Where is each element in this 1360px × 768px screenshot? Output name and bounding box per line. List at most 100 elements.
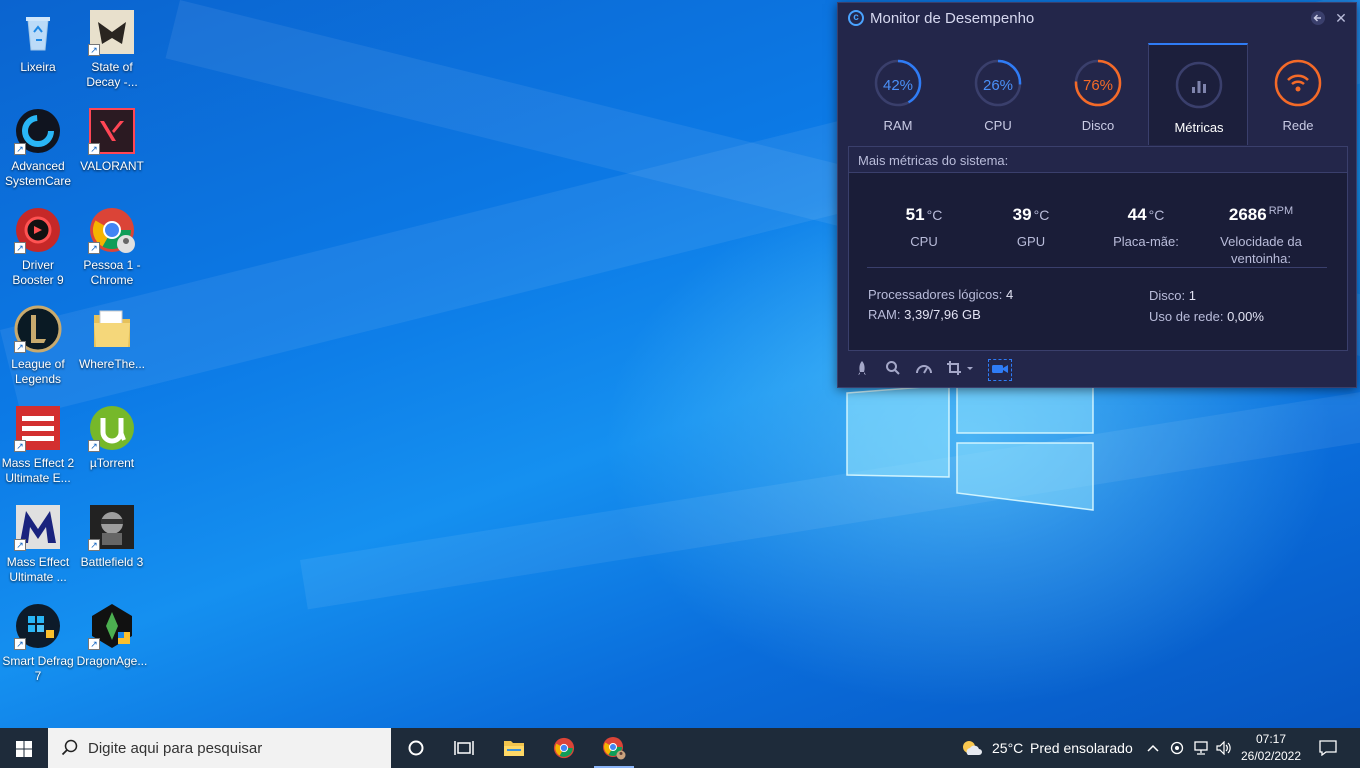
desktop-icon-state-of-decay[interactable]: ↗ State of Decay -...	[74, 8, 150, 90]
chevron-up-icon[interactable]	[1142, 728, 1164, 768]
cortana-circle-icon	[408, 740, 424, 756]
metrics-chart-icon	[1175, 61, 1223, 109]
mass-effect-icon: ↗	[14, 503, 62, 551]
desktop-icon-advanced-systemcare[interactable]: ↗ Advanced SystemCare	[0, 107, 76, 189]
search-icon[interactable]	[883, 360, 903, 380]
shortcut-arrow-icon: ↗	[14, 143, 26, 155]
shortcut-arrow-icon: ↗	[88, 242, 100, 254]
record-camera-icon[interactable]	[988, 359, 1012, 381]
info-label: Uso de rede:	[1149, 309, 1224, 324]
info-value: 3,39/7,96 GB	[904, 307, 981, 322]
shortcut-arrow-icon: ↗	[88, 539, 100, 551]
desktop-icon-mass-effect-2[interactable]: ↗ Mass Effect 2 Ultimate E...	[0, 404, 76, 486]
taskbar-search-box[interactable]: Digite aqui para pesquisar	[48, 728, 391, 768]
desktop-icon-mass-effect[interactable]: ↗ Mass Effect Ultimate ...	[0, 503, 76, 585]
speedometer-icon[interactable]	[914, 360, 934, 380]
tab-disco[interactable]: 76% Disco	[1048, 43, 1148, 145]
desktop-icon-label: Driver Booster 9	[12, 258, 64, 287]
tab-cpu[interactable]: 26% CPU	[948, 43, 1048, 145]
file-explorer-button[interactable]	[490, 728, 538, 768]
shortcut-arrow-icon: ↗	[88, 638, 100, 650]
info-value: 0,00%	[1227, 309, 1264, 324]
mass-effect-2-icon: ↗	[14, 404, 62, 452]
desktop-icon-utorrent[interactable]: ↗ µTorrent	[74, 404, 150, 471]
meet-now-icon[interactable]	[1166, 728, 1188, 768]
metric-name: GPU	[1016, 234, 1046, 249]
metric-unit: °C	[1148, 207, 1165, 223]
notifications-button[interactable]	[1306, 728, 1350, 768]
metric-motherboard-temp: 44 °C Placa-mãe:	[1091, 205, 1201, 250]
rocket-icon[interactable]	[852, 360, 872, 380]
shortcut-arrow-icon: ↗	[88, 44, 100, 56]
desktop-icon-label: Battlefield 3	[80, 555, 144, 569]
weather-description[interactable]: Pred ensolarado	[1030, 740, 1133, 756]
desktop-icon-label: Mass Effect 2 Ultimate E...	[1, 456, 75, 485]
tab-label: Métricas	[1174, 120, 1224, 135]
tab-metricas[interactable]: Métricas	[1148, 43, 1248, 145]
driver-booster-icon: ↗	[14, 206, 62, 254]
desktop-icon-smart-defrag[interactable]: ↗ Smart Defrag 7	[0, 602, 76, 684]
task-view-button[interactable]	[440, 728, 488, 768]
desktop-icon-label: WhereThe...	[78, 357, 146, 371]
valorant-icon: ↗	[88, 107, 136, 155]
metric-name: Velocidade da ventoinha:	[1220, 234, 1302, 266]
search-placeholder: Digite aqui para pesquisar	[88, 739, 263, 757]
info-label: Disco:	[1149, 288, 1186, 303]
performance-monitor-window[interactable]: c Monitor de Desempenho ✕ 42% RAM 26% CP…	[837, 2, 1357, 388]
crop-dropdown-icon[interactable]	[945, 360, 977, 380]
desktop-icon-valorant[interactable]: ↗ VALORANT	[74, 107, 150, 174]
chrome-profile-icon	[603, 737, 626, 760]
metric-unit: °C	[926, 207, 943, 223]
league-of-legends-icon: ↗	[14, 305, 62, 353]
disk-info: Disco: 1	[1149, 288, 1196, 303]
monitor-title-bar[interactable]: c Monitor de Desempenho ✕	[838, 3, 1356, 33]
back-arrow-icon[interactable]	[1310, 10, 1326, 26]
chrome-taskbar-button[interactable]	[540, 728, 588, 768]
search-icon	[61, 739, 78, 756]
network-icon[interactable]	[1190, 728, 1212, 768]
volume-icon[interactable]	[1213, 728, 1235, 768]
chrome-profile-taskbar-button[interactable]	[590, 728, 638, 768]
shortcut-arrow-icon: ↗	[14, 440, 26, 452]
metric-value: 51	[905, 205, 925, 224]
metric-gpu-temp: 39 °C GPU	[976, 205, 1086, 250]
desktop-icon-label: Pessoa 1 - Chrome	[83, 258, 141, 287]
desktop-icon-driver-booster[interactable]: ↗ Driver Booster 9	[0, 206, 76, 288]
monitor-toolbar	[852, 359, 1023, 381]
desktop-icon-label: Advanced SystemCare	[4, 159, 72, 188]
ram-percent: 42%	[882, 77, 914, 94]
start-button[interactable]	[0, 728, 48, 768]
shortcut-arrow-icon: ↗	[14, 638, 26, 650]
weather-temperature[interactable]: 25°C	[992, 740, 1023, 756]
desktop-icon-label: Lixeira	[20, 60, 56, 74]
desktop-icon-chrome-profile[interactable]: ↗ Pessoa 1 - Chrome	[74, 206, 150, 288]
shortcut-arrow-icon: ↗	[14, 242, 26, 254]
weather-icon[interactable]	[958, 728, 986, 768]
taskbar-clock[interactable]: 07:17 26/02/2022	[1236, 731, 1306, 765]
tab-label: Disco	[1081, 118, 1115, 133]
desktop-icon-battlefield-3[interactable]: ↗ Battlefield 3	[74, 503, 150, 570]
task-view-icon	[454, 741, 474, 755]
desktop-icon-label: State of Decay -...	[86, 60, 138, 89]
desktop-icon-lixeira[interactable]: Lixeira	[0, 8, 76, 75]
desktop-icon-label: VALORANT	[80, 159, 144, 173]
tab-rede[interactable]: Rede	[1248, 43, 1348, 145]
info-value: 1	[1188, 288, 1196, 303]
panel-title: Mais métricas do sistema:	[849, 147, 1347, 173]
desktop-icon-folder-wherethe[interactable]: WhereThe...	[74, 305, 150, 372]
wifi-icon	[1274, 59, 1322, 107]
desktop-icon-dragon-age[interactable]: ↗ DragonAge...	[74, 602, 150, 669]
monitor-title: Monitor de Desempenho	[870, 9, 1035, 27]
cortana-button[interactable]	[392, 728, 440, 768]
windows-start-icon	[16, 741, 32, 757]
close-icon[interactable]: ✕	[1333, 10, 1349, 26]
tab-ram[interactable]: 42% RAM	[848, 43, 948, 145]
desktop-icon-league-of-legends[interactable]: ↗ League of Legends	[0, 305, 76, 387]
divider	[867, 267, 1327, 268]
logical-processors-info: Processadores lógicos: 4	[868, 287, 1013, 302]
windows-logo-wallpaper	[846, 385, 1094, 511]
info-value: 4	[1006, 287, 1014, 302]
metric-value: 2686	[1228, 205, 1267, 224]
chrome-icon	[553, 737, 575, 759]
desktop-icon-label: Smart Defrag 7	[2, 654, 74, 683]
